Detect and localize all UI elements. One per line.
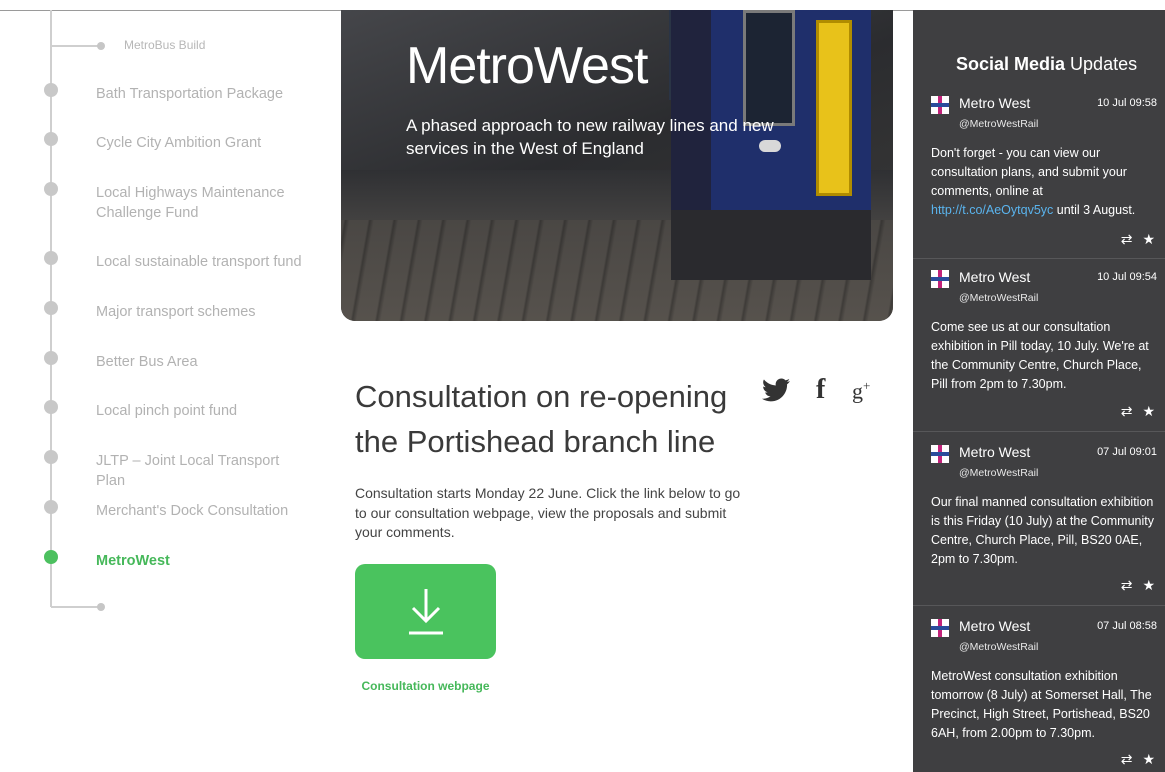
tweet-text: Our final manned consultation exhibition…: [931, 495, 1154, 566]
tweet-time: 10 Jul 09:54: [1097, 271, 1157, 283]
nav-dot: [44, 83, 58, 97]
download-label[interactable]: Consultation webpage: [355, 678, 496, 695]
tweet-divider: [913, 258, 1165, 259]
tweet-actions: ⇄ ★: [1111, 577, 1155, 594]
nav-sub-dot: [97, 42, 105, 50]
download-button[interactable]: [355, 564, 496, 659]
tweet-divider: [913, 431, 1165, 432]
tweet-link[interactable]: http://t.co/AeOytqv5yc: [931, 203, 1053, 217]
retweet-icon[interactable]: ⇄: [1121, 403, 1133, 419]
retweet-icon[interactable]: ⇄: [1121, 231, 1133, 247]
nav-sub-dot: [97, 603, 105, 611]
nav-branch-line: [51, 606, 101, 608]
sidebar-item-label: Bath Transportation Package: [96, 86, 284, 102]
nav-branch-line: [51, 45, 101, 47]
sidebar-item-label: Merchant's Dock Consultation: [96, 503, 289, 519]
tweet-text-part: Don't forget - you can view our consulta…: [931, 146, 1127, 198]
tweet-time: 07 Jul 09:01: [1097, 446, 1157, 458]
tweet-text: Come see us at our consultation exhibiti…: [931, 320, 1149, 391]
tweet-actions: ⇄ ★: [1111, 751, 1155, 768]
nav-dot-active: [44, 550, 58, 564]
metrowest-logo-icon: [931, 445, 949, 463]
download-icon: [409, 589, 443, 635]
sidebar-item-label: Local Highways Maintenance Challenge Fun…: [96, 185, 285, 221]
favorite-icon[interactable]: ★: [1142, 751, 1155, 767]
hero-subtitle: A phased approach to new railway lines a…: [406, 116, 774, 158]
metrowest-logo-icon: [931, 619, 949, 637]
metrowest-logo-icon: [931, 270, 949, 288]
social-media-feed: Social Media Updates Metro West 10 Jul 0…: [913, 10, 1165, 772]
sidebar-item-label: JLTP – Joint Local Transport Plan: [96, 453, 280, 489]
retweet-icon[interactable]: ⇄: [1121, 577, 1133, 593]
tweet-handle[interactable]: @MetroWestRail: [959, 292, 1038, 304]
sidebar-item-label: MetroWest: [96, 553, 170, 569]
nav-dot: [44, 182, 58, 196]
google-plus-icon[interactable]: g+: [852, 378, 870, 404]
facebook-icon[interactable]: f: [816, 374, 825, 406]
tweet-actions: ⇄ ★: [1111, 231, 1155, 248]
nav-sub-item-metrobus[interactable]: MetroBus Build: [124, 38, 205, 52]
nav-dot: [44, 450, 58, 464]
favorite-icon[interactable]: ★: [1142, 231, 1155, 247]
hero-banner: MetroWest A phased approach to new railw…: [341, 10, 893, 321]
feed-title-rest: Updates: [1065, 54, 1138, 74]
tweet-actions: ⇄ ★: [1111, 403, 1155, 420]
sidebar-item-label: Local sustainable transport fund: [96, 254, 302, 270]
sidebar-item-label: Local pinch point fund: [96, 403, 238, 419]
hero-title: MetroWest: [406, 37, 648, 95]
tweet-author[interactable]: Metro West: [959, 269, 1030, 285]
tweet-author[interactable]: Metro West: [959, 444, 1030, 460]
tweet-text-part: until 3 August.: [1053, 203, 1136, 217]
metrowest-logo-icon: [931, 96, 949, 114]
nav-dot: [44, 301, 58, 315]
sidebar-item-label: Cycle City Ambition Grant: [96, 135, 262, 151]
tweet-handle[interactable]: @MetroWestRail: [959, 118, 1038, 130]
favorite-icon[interactable]: ★: [1142, 403, 1155, 419]
tweet-time: 07 Jul 08:58: [1097, 620, 1157, 632]
tweet-author[interactable]: Metro West: [959, 618, 1030, 634]
tweet-divider: [913, 605, 1165, 606]
nav-dot: [44, 132, 58, 146]
feed-title: Social Media Updates: [956, 54, 1137, 75]
page-title: Consultation on re-opening the Portishea…: [355, 379, 728, 459]
tweet-text: Don't forget - you can view our consulta…: [931, 144, 1157, 220]
tweet-time: 10 Jul 09:58: [1097, 97, 1157, 109]
tweet-handle[interactable]: @MetroWestRail: [959, 641, 1038, 653]
intro-text: Consultation starts Monday 22 June. Clic…: [355, 485, 741, 540]
nav-dot: [44, 351, 58, 365]
sidebar-item-label: Major transport schemes: [96, 304, 256, 320]
tweet-handle[interactable]: @MetroWestRail: [959, 467, 1038, 479]
tweet-text: MetroWest consultation exhibition tomorr…: [931, 669, 1152, 740]
twitter-icon[interactable]: [762, 378, 790, 402]
nav-dot: [44, 500, 58, 514]
nav-dot: [44, 251, 58, 265]
sidebar-item-label: Better Bus Area: [96, 354, 198, 370]
retweet-icon[interactable]: ⇄: [1121, 751, 1133, 767]
favorite-icon[interactable]: ★: [1142, 577, 1155, 593]
tweet-author[interactable]: Metro West: [959, 95, 1030, 111]
nav-dot: [44, 400, 58, 414]
sidebar-nav: MetroBus Build Bath Transportation Packa…: [0, 0, 330, 772]
feed-title-bold: Social Media: [956, 54, 1066, 74]
